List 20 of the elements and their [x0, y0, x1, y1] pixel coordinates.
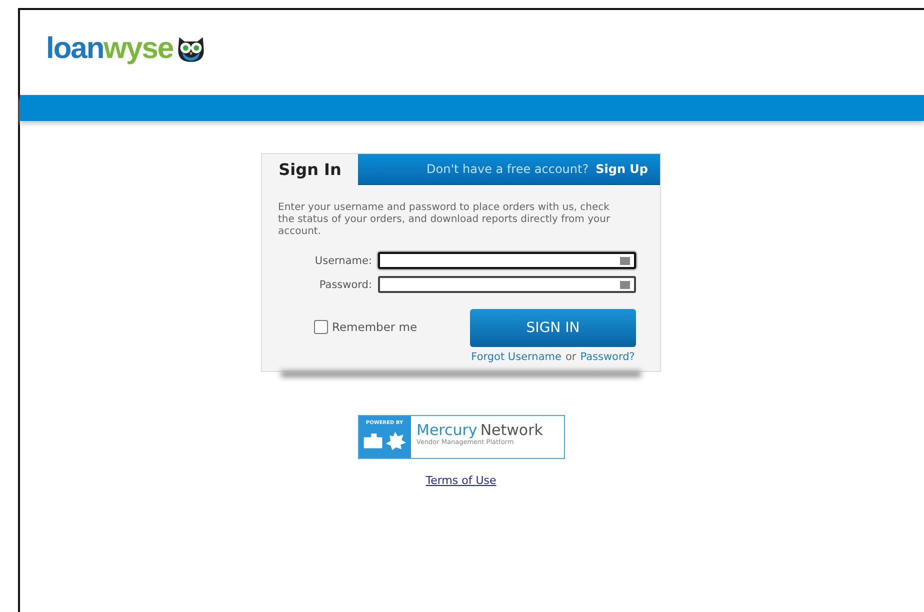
mercury-text: Mercury [416, 422, 478, 438]
owl-icon [176, 34, 206, 62]
keyboard-icon [620, 256, 630, 264]
intro-text: Enter your username and password to place orders with us, check the status of your orders, and download reports directly from your account. [278, 202, 612, 238]
sign-up-link[interactable]: Sign Up [596, 162, 648, 176]
forgot-password-link[interactable]: Password? [580, 351, 635, 363]
input-field[interactable] [378, 276, 636, 293]
keyboard-icon [620, 280, 630, 288]
remember-label: Remember me [332, 320, 418, 334]
input-field[interactable] [378, 252, 636, 269]
logo-text: loanwyse [46, 32, 174, 66]
remember-checkbox[interactable] [314, 320, 328, 334]
sign-in-button[interactable]: SIGN IN [470, 309, 636, 347]
or-text: or [565, 351, 576, 363]
terms-of-use-link[interactable]: Terms of Use [426, 474, 496, 487]
field-label: Username: [314, 254, 373, 266]
forgot-username-link[interactable]: Forgot Username [471, 351, 562, 363]
field-label: Password: [318, 278, 373, 290]
network-text: Network [480, 422, 543, 438]
signup-prompt: Don't have a free account? [426, 162, 589, 176]
